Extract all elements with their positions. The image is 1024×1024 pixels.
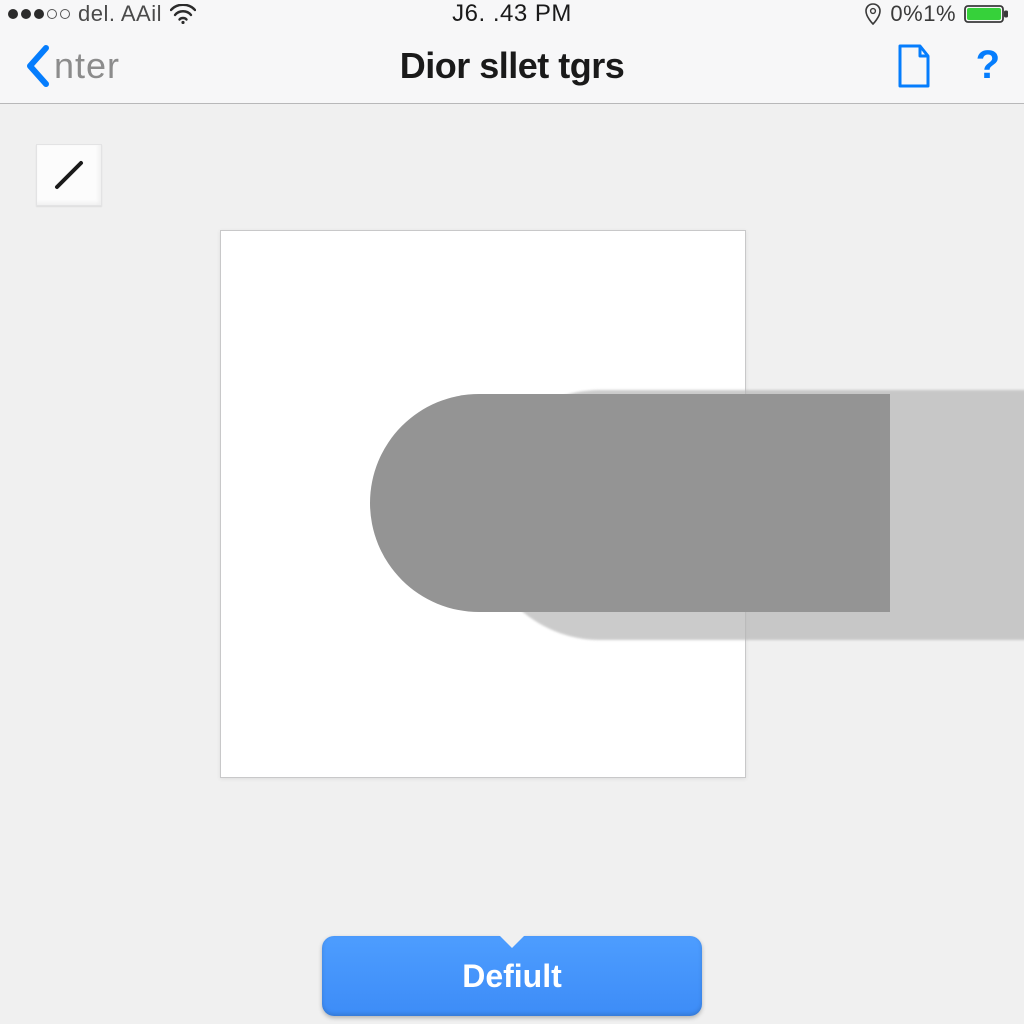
- page-title: Dior sllet tgrs: [400, 45, 625, 87]
- nav-right-actions: ?: [896, 43, 1000, 88]
- back-label: nter: [54, 45, 120, 87]
- default-button[interactable]: Defiult: [322, 936, 702, 1016]
- battery-percentage: 0%1%: [890, 1, 956, 27]
- status-time: J6. .43 PM: [452, 0, 572, 28]
- location-icon: [864, 3, 882, 25]
- wifi-icon: [170, 4, 196, 24]
- chevron-left-icon: [24, 44, 52, 88]
- back-button[interactable]: nter: [24, 44, 120, 88]
- pen-tool-button[interactable]: [36, 144, 102, 206]
- pen-icon: [48, 154, 90, 196]
- battery-icon: [964, 3, 1010, 25]
- status-right: 0%1%: [864, 1, 1010, 27]
- help-icon[interactable]: ?: [976, 43, 1000, 88]
- status-bar: del. AAil J6. .43 PM 0%1%: [0, 0, 1024, 28]
- signal-strength-icon: [8, 9, 70, 19]
- nav-bar: nter Dior sllet tgrs ?: [0, 28, 1024, 104]
- status-left: del. AAil: [8, 1, 196, 27]
- document-icon[interactable]: [896, 44, 932, 88]
- content-area: Defiult: [0, 104, 1024, 1024]
- carrier-label: del. AAil: [78, 1, 162, 27]
- default-button-label: Defiult: [462, 958, 562, 995]
- finger-pointer: [370, 394, 890, 612]
